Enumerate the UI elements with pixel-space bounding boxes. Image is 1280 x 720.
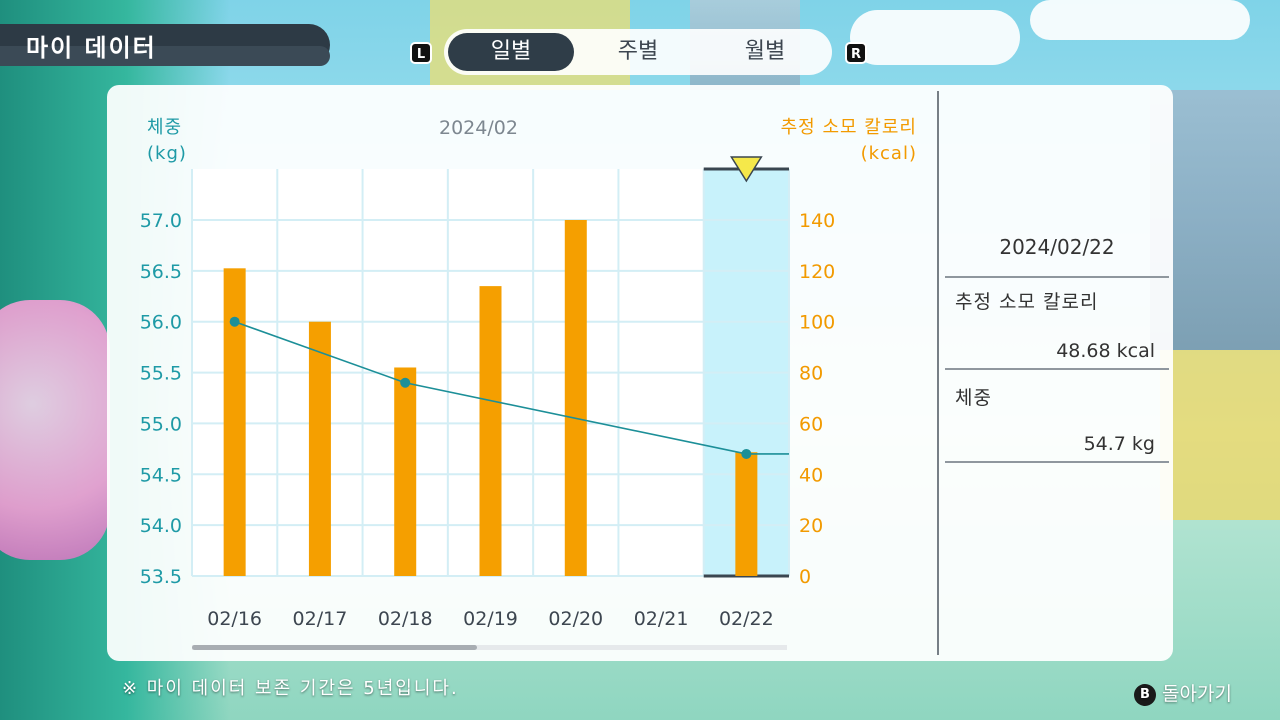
background-cloud bbox=[1030, 0, 1250, 40]
weight-point bbox=[229, 316, 240, 327]
detail-calorie-label: 추정 소모 칼로리 bbox=[955, 291, 1099, 313]
weight-tick-label: 57.0 bbox=[140, 210, 182, 232]
calorie-bar bbox=[564, 220, 587, 576]
calorie-bar bbox=[223, 268, 246, 576]
weight-tick-label: 54.0 bbox=[140, 515, 182, 537]
date-tick-label: 02/17 bbox=[293, 608, 348, 630]
calorie-bar bbox=[735, 452, 758, 576]
weight-tick-label: 56.0 bbox=[140, 312, 182, 334]
back-button-label: 돌아가기 bbox=[1162, 683, 1232, 705]
calorie-bar bbox=[308, 321, 331, 576]
page-title-bar: 마이 데이터 bbox=[0, 24, 330, 66]
weight-point bbox=[400, 377, 411, 388]
period-tabs: 일별 주별 월별 bbox=[444, 29, 832, 75]
detail-date: 2024/02/22 bbox=[999, 235, 1115, 259]
back-button[interactable]: B 돌아가기 bbox=[1134, 679, 1232, 706]
detail-calorie-value: 48.68 kcal bbox=[1056, 340, 1155, 362]
background-decoration bbox=[1160, 350, 1280, 520]
detail-divider bbox=[945, 368, 1169, 370]
detail-weight-value: 54.7 kg bbox=[1083, 433, 1155, 455]
weight-calorie-chart[interactable]: 53.5 54.0 54.5 55.0 55.5 56.0 56.5 57.0 0 20 40 60 8… bbox=[107, 85, 937, 661]
weight-tick-label: 56.5 bbox=[140, 261, 182, 283]
data-panel: 체중 (kg) 2024/02 추정 소모 칼로리 (kcal) 53.5 54.… bbox=[107, 85, 1173, 661]
detail-divider bbox=[945, 276, 1169, 278]
panel-divider bbox=[937, 91, 939, 655]
calorie-tick-label: 40 bbox=[799, 464, 823, 486]
weight-tick-label: 53.5 bbox=[140, 566, 182, 588]
l-button-icon[interactable]: L bbox=[410, 42, 432, 64]
detail-weight-label: 체중 bbox=[955, 387, 992, 409]
calorie-bar bbox=[479, 286, 502, 576]
background-decoration bbox=[0, 300, 110, 560]
chart-scrollbar-thumb[interactable] bbox=[192, 645, 477, 650]
date-tick-label: 02/21 bbox=[634, 608, 689, 630]
calorie-tick-label: 140 bbox=[799, 210, 835, 232]
calorie-tick-label: 20 bbox=[799, 515, 823, 537]
tab-daily[interactable]: 일별 bbox=[448, 33, 574, 71]
weight-point bbox=[741, 448, 752, 459]
date-tick-label: 02/20 bbox=[548, 608, 603, 630]
calorie-bar bbox=[394, 367, 417, 576]
r-button-icon[interactable]: R bbox=[845, 42, 867, 64]
date-tick-label: 02/18 bbox=[378, 608, 433, 630]
calorie-tick-label: 0 bbox=[799, 566, 811, 588]
retention-note: ※ 마이 데이터 보존 기간은 5년입니다. bbox=[122, 678, 459, 699]
page-title: 마이 데이터 bbox=[26, 34, 157, 62]
weight-tick-label: 55.0 bbox=[140, 413, 182, 435]
date-tick-label: 02/19 bbox=[463, 608, 518, 630]
tab-monthly[interactable]: 월별 bbox=[702, 33, 828, 71]
date-tick-label: 02/22 bbox=[719, 608, 774, 630]
calorie-tick-label: 60 bbox=[799, 413, 823, 435]
calorie-tick-label: 120 bbox=[799, 261, 835, 283]
calorie-tick-label: 80 bbox=[799, 363, 823, 385]
detail-divider bbox=[945, 461, 1169, 463]
calorie-tick-label: 100 bbox=[799, 312, 835, 334]
weight-tick-label: 54.5 bbox=[140, 464, 182, 486]
weight-tick-label: 55.5 bbox=[140, 363, 182, 385]
background-cloud bbox=[850, 10, 1020, 65]
date-tick-label: 02/16 bbox=[207, 608, 262, 630]
tab-weekly[interactable]: 주별 bbox=[575, 33, 701, 71]
b-button-icon: B bbox=[1134, 683, 1156, 706]
